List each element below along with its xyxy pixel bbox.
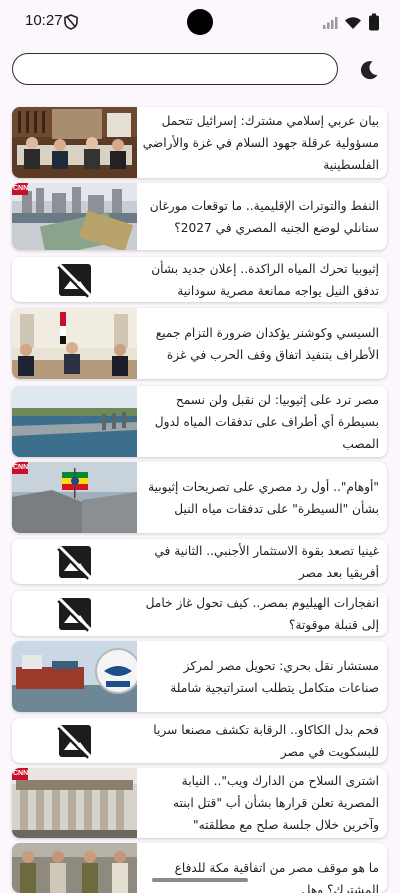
news-thumbnail xyxy=(12,183,137,250)
news-thumbnail xyxy=(12,462,137,533)
news-thumbnail xyxy=(12,386,137,457)
news-title: مستشار نقل بحري: تحويل مصر لمركز صناعات … xyxy=(170,658,379,695)
news-title: اشترى السلاح من الدارك ويب".. النيابة ال… xyxy=(173,774,379,832)
news-card[interactable]: فحم بدل الكاكاو.. الرقابة تكشف مصنعا سري… xyxy=(12,718,387,763)
status-time: 10:27 xyxy=(25,12,63,29)
news-title: فحم بدل الكاكاو.. الرقابة تكشف مصنعا سري… xyxy=(153,722,379,759)
news-thumbnail xyxy=(12,641,137,712)
status-bar: 10:27 xyxy=(0,0,400,44)
news-title: إثيوبيا تحرك المياه الراكدة.. إعلان جديد… xyxy=(151,261,379,298)
shield-icon xyxy=(64,14,78,34)
home-indicator[interactable] xyxy=(152,878,248,882)
image-not-supported-icon xyxy=(12,591,137,636)
news-card[interactable]: CNN "أوهام".. أول رد مصري على تصريحات إث… xyxy=(12,462,387,533)
battery-icon xyxy=(368,13,380,35)
news-title: غينيا تصعد بقوة الاستثمار الأجنبي.. الثا… xyxy=(154,543,379,580)
news-card[interactable]: مستشار نقل بحري: تحويل مصر لمركز صناعات … xyxy=(12,641,387,712)
image-not-supported-icon xyxy=(12,257,137,302)
source-badge: CNN xyxy=(13,770,29,777)
news-title: السيسي وكوشنر يؤكدان ضرورة التزام جميع ا… xyxy=(155,325,379,362)
search-input[interactable] xyxy=(12,53,338,85)
news-card[interactable]: بيان عربي إسلامي مشترك: إسرائيل تتحمل مس… xyxy=(12,107,387,178)
news-title: "أوهام".. أول رد مصري على تصريحات إثيوبي… xyxy=(148,479,379,516)
news-thumbnail xyxy=(12,768,137,838)
image-not-supported-icon xyxy=(12,539,137,584)
news-title: انفجارات الهيليوم بمصر.. كيف تحول غاز خا… xyxy=(145,595,379,632)
status-indicators xyxy=(322,13,380,35)
news-card[interactable]: CNN النفط والتوترات الإقليمية.. ما توقعا… xyxy=(12,183,387,250)
news-card[interactable]: إثيوبيا تحرك المياه الراكدة.. إعلان جديد… xyxy=(12,257,387,302)
news-card[interactable]: مصر ترد على إثيوبيا: لن نقبل ولن نسمح بس… xyxy=(12,386,387,457)
news-card[interactable]: ما هو موقف مصر من اتفاقية مكة للدفاع الم… xyxy=(12,843,387,893)
news-card[interactable]: السيسي وكوشنر يؤكدان ضرورة التزام جميع ا… xyxy=(12,308,387,379)
news-card[interactable]: CNN اشترى السلاح من الدارك ويب".. النياب… xyxy=(12,768,387,838)
news-title: بيان عربي إسلامي مشترك: إسرائيل تتحمل مس… xyxy=(142,113,379,172)
moon-icon[interactable] xyxy=(358,59,380,81)
source-badge: CNN xyxy=(13,185,29,192)
search-row xyxy=(12,53,388,87)
news-card[interactable]: غينيا تصعد بقوة الاستثمار الأجنبي.. الثا… xyxy=(12,539,387,584)
news-thumbnail xyxy=(12,843,137,893)
news-title: ما هو موقف مصر من اتفاقية مكة للدفاع الم… xyxy=(174,861,379,893)
news-title: مصر ترد على إثيوبيا: لن نقبل ولن نسمح بس… xyxy=(154,392,379,451)
signal-icon xyxy=(322,15,338,34)
news-card[interactable]: انفجارات الهيليوم بمصر.. كيف تحول غاز خا… xyxy=(12,591,387,636)
source-badge: CNN xyxy=(13,464,29,471)
news-thumbnail xyxy=(12,308,137,379)
image-not-supported-icon xyxy=(12,718,137,763)
wifi-icon xyxy=(344,15,362,34)
news-thumbnail xyxy=(12,107,137,178)
camera-cutout xyxy=(187,9,213,35)
news-title: النفط والتوترات الإقليمية.. ما توقعات مو… xyxy=(149,198,379,235)
